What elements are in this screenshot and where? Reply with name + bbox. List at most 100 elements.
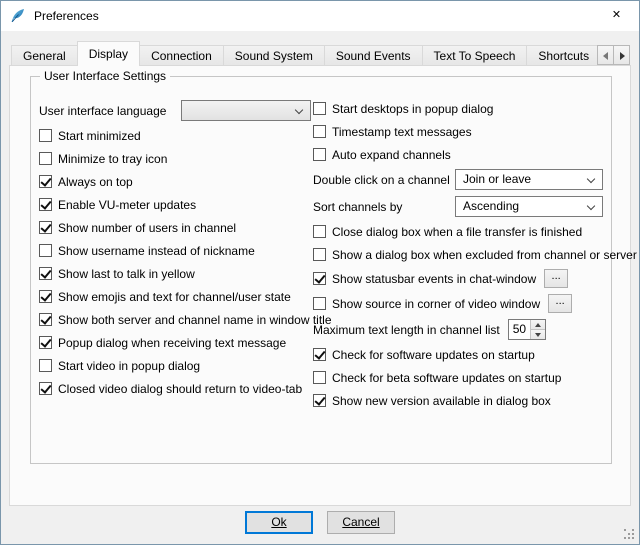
titlebar[interactable]: Preferences ✕ (1, 1, 639, 31)
checkbox-row[interactable]: Always on top (39, 170, 311, 193)
checkbox-row[interactable]: Closed video dialog should return to vid… (39, 377, 311, 400)
left-column: User interface language Start minimized … (39, 97, 311, 400)
language-row: User interface language (39, 97, 311, 124)
checkbox[interactable] (39, 221, 52, 234)
checkbox-label: Show number of users in channel (58, 221, 236, 235)
checkbox[interactable] (313, 297, 326, 310)
checkbox-row[interactable]: Check for beta software updates on start… (313, 366, 603, 389)
tab-general[interactable]: General (11, 45, 78, 66)
statusbar-events-row[interactable]: Show statusbar events in chat-window ... (313, 266, 603, 291)
tab-scroll-right-icon[interactable] (613, 45, 630, 65)
checkbox-label: Enable VU-meter updates (58, 198, 196, 212)
checkbox-label: Closed video dialog should return to vid… (58, 382, 302, 396)
checkbox[interactable] (313, 102, 326, 115)
ok-button-label: Ok (271, 515, 286, 529)
cancel-button-label: Cancel (342, 515, 379, 529)
tab-scroll-buttons (598, 45, 630, 65)
tab-display[interactable]: Display (77, 41, 140, 66)
checkbox-row[interactable]: Show number of users in channel (39, 216, 311, 239)
tab-shortcuts[interactable]: Shortcuts (526, 45, 601, 66)
checkbox-label: Always on top (58, 175, 133, 189)
user-interface-settings-group: User Interface Settings User interface l… (30, 76, 612, 464)
group-title: User Interface Settings (40, 69, 170, 83)
tab-sound-system[interactable]: Sound System (223, 45, 325, 66)
checkbox[interactable] (39, 175, 52, 188)
checkbox-row[interactable]: Enable VU-meter updates (39, 193, 311, 216)
checkbox[interactable] (39, 152, 52, 165)
spinner-down-icon[interactable] (531, 329, 545, 339)
checkbox[interactable] (313, 148, 326, 161)
checkbox-label: Start minimized (58, 129, 141, 143)
video-source-row[interactable]: Show source in corner of video window ..… (313, 291, 603, 316)
tab-text-to-speech[interactable]: Text To Speech (422, 45, 528, 66)
cancel-button[interactable]: Cancel (327, 511, 395, 534)
max-text-length-row: Maximum text length in channel list 50 (313, 316, 603, 343)
checkbox[interactable] (313, 348, 326, 361)
statusbar-more-button[interactable]: ... (544, 269, 568, 288)
checkbox[interactable] (39, 267, 52, 280)
checkbox[interactable] (39, 129, 52, 142)
spinner-buttons (530, 320, 545, 339)
checkbox[interactable] (313, 125, 326, 138)
checkbox-label: Check for beta software updates on start… (332, 371, 561, 385)
checkbox-label: Show statusbar events in chat-window (332, 272, 536, 286)
video-source-more-button[interactable]: ... (548, 294, 572, 313)
checkbox-label: Minimize to tray icon (58, 152, 167, 166)
checkbox[interactable] (313, 225, 326, 238)
ok-button[interactable]: Ok (245, 511, 313, 534)
tab-bar: General Display Connection Sound System … (11, 41, 629, 66)
double-click-row: Double click on a channel Join or leave (313, 166, 603, 193)
checkbox-row[interactable]: Show emojis and text for channel/user st… (39, 285, 311, 308)
checkbox-label: Show source in corner of video window (332, 297, 540, 311)
double-click-combobox[interactable]: Join or leave (455, 169, 603, 190)
checkbox-row[interactable]: Show username instead of nickname (39, 239, 311, 262)
checkbox-row[interactable]: Show last to talk in yellow (39, 262, 311, 285)
spinner-up-icon[interactable] (531, 320, 545, 329)
checkbox-row[interactable]: Show new version available in dialog box (313, 389, 603, 412)
checkbox-row[interactable]: Show both server and channel name in win… (39, 308, 311, 331)
tab-connection[interactable]: Connection (139, 45, 224, 66)
checkbox-row[interactable]: Timestamp text messages (313, 120, 603, 143)
checkbox-row[interactable]: Show a dialog box when excluded from cha… (313, 243, 603, 266)
checkbox[interactable] (39, 313, 52, 326)
checkbox-label: Show username instead of nickname (58, 244, 255, 258)
checkbox[interactable] (39, 290, 52, 303)
dialog-footer: Ok Cancel (1, 511, 639, 534)
tab-sound-events[interactable]: Sound Events (324, 45, 423, 66)
checkbox-label: Close dialog box when a file transfer is… (332, 225, 582, 239)
checkbox-row[interactable]: Start minimized (39, 124, 311, 147)
tab-scroll-left-icon[interactable] (597, 45, 614, 65)
close-icon[interactable]: ✕ (594, 1, 639, 30)
checkbox-label: Check for software updates on startup (332, 348, 535, 362)
checkbox[interactable] (39, 198, 52, 211)
checkbox[interactable] (39, 244, 52, 257)
checkbox-label: Show a dialog box when excluded from cha… (332, 248, 637, 262)
language-combobox[interactable] (181, 100, 311, 121)
checkbox-row[interactable]: Auto expand channels (313, 143, 603, 166)
max-text-length-label: Maximum text length in channel list (313, 323, 500, 337)
checkbox[interactable] (313, 394, 326, 407)
checkbox[interactable] (313, 248, 326, 261)
checkbox[interactable] (39, 336, 52, 349)
spinner-value[interactable]: 50 (509, 320, 530, 339)
display-tab-pane: User Interface Settings User interface l… (9, 65, 631, 506)
checkbox[interactable] (313, 371, 326, 384)
checkbox-label: Start video in popup dialog (58, 359, 200, 373)
checkbox-row[interactable]: Close dialog box when a file transfer is… (313, 220, 603, 243)
checkbox[interactable] (39, 382, 52, 395)
checkbox[interactable] (39, 359, 52, 372)
checkbox-label: Show new version available in dialog box (332, 394, 551, 408)
checkbox-row[interactable]: Start desktops in popup dialog (313, 97, 603, 120)
checkbox-label: Show both server and channel name in win… (58, 313, 332, 327)
sort-channels-combobox[interactable]: Ascending (455, 196, 603, 217)
checkbox-label: Show last to talk in yellow (58, 267, 195, 281)
checkbox[interactable] (313, 272, 326, 285)
checkbox-row[interactable]: Minimize to tray icon (39, 147, 311, 170)
resize-grip[interactable] (624, 529, 636, 541)
checkbox-row[interactable]: Popup dialog when receiving text message (39, 331, 311, 354)
checkbox-row[interactable]: Start video in popup dialog (39, 354, 311, 377)
sort-channels-row: Sort channels by Ascending (313, 193, 603, 220)
checkbox-row[interactable]: Check for software updates on startup (313, 343, 603, 366)
max-text-length-spinner[interactable]: 50 (508, 319, 546, 340)
language-label: User interface language (39, 104, 166, 118)
